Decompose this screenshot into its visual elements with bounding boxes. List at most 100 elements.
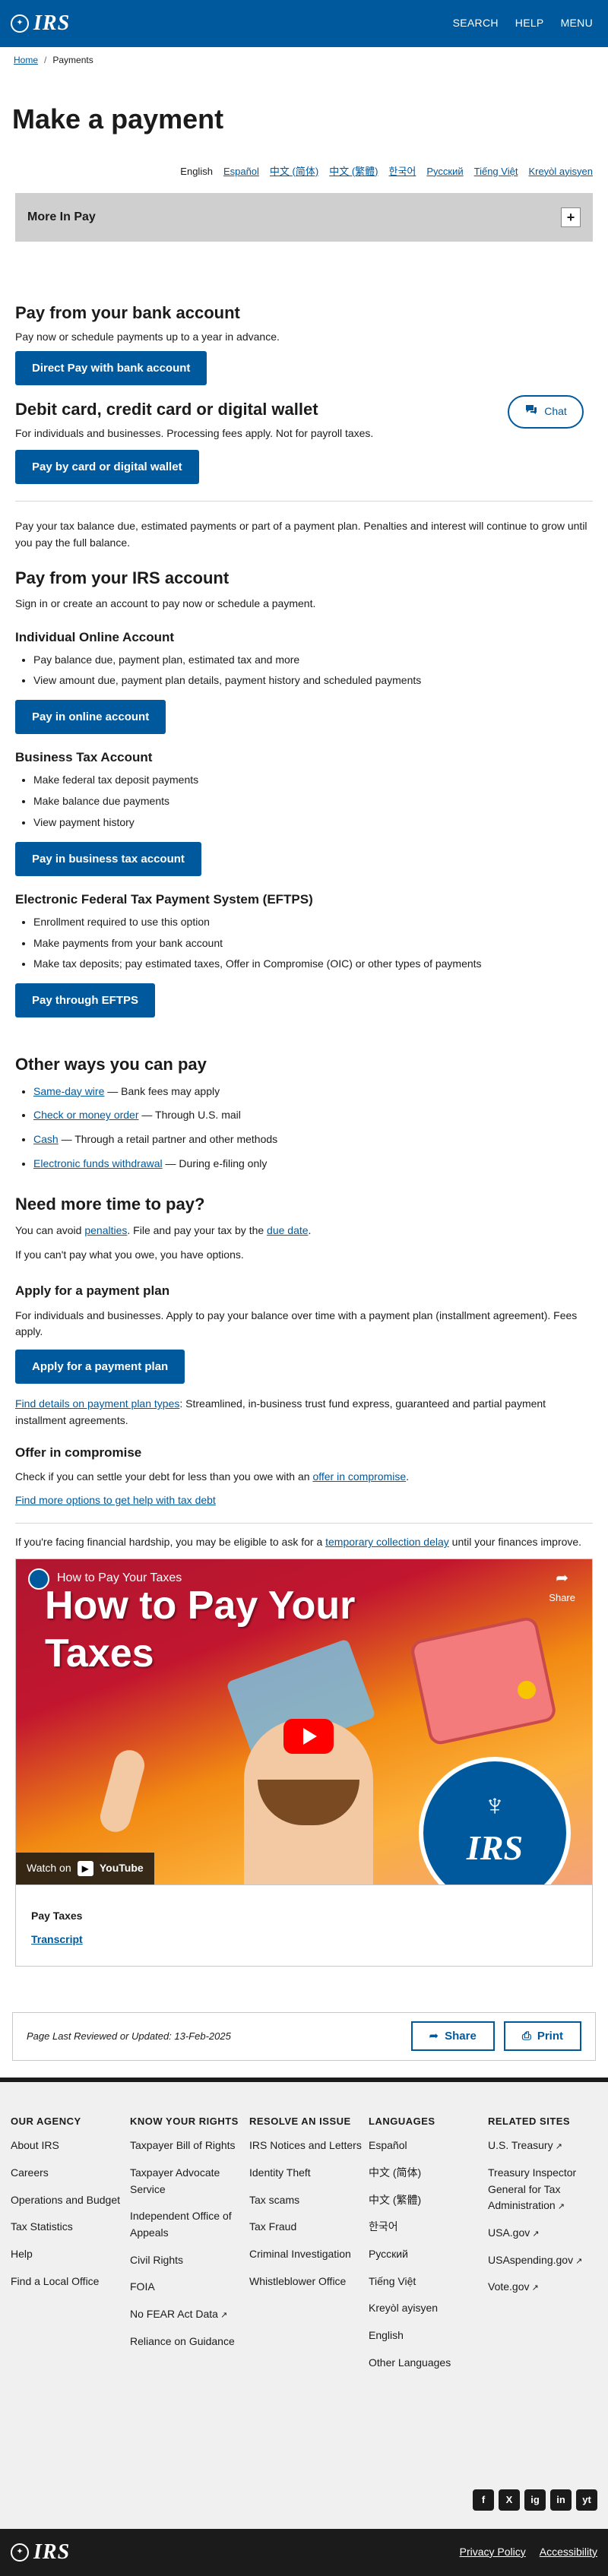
footer-link[interactable]: Taxpayer Advocate Service <box>130 2165 249 2198</box>
lang-link-chinese-traditional[interactable]: 中文 (繁體) <box>329 164 378 179</box>
footer-link[interactable]: Independent Office of Appeals <box>130 2208 249 2241</box>
list-item: Pay balance due, payment plan, estimated… <box>33 652 593 669</box>
transcript-link[interactable]: Transcript <box>31 1932 83 1948</box>
footer-link[interactable]: Tax Statistics <box>11 2219 130 2236</box>
footer-link[interactable]: Civil Rights <box>130 2252 249 2269</box>
x-twitter-icon[interactable]: X <box>499 2489 520 2511</box>
footer-col-languages: LANGUAGES Español 中文 (简体) 中文 (繁體) 한국어 Ру… <box>369 2114 488 2382</box>
more-time-text: You can avoid penalties. File and pay yo… <box>15 1223 593 1239</box>
divider <box>15 1523 593 1524</box>
pay-by-card-button[interactable]: Pay by card or digital wallet <box>15 449 199 484</box>
footer-link[interactable]: No FEAR Act Data <box>130 2306 249 2323</box>
penalties-link[interactable]: penalties <box>84 1224 127 1236</box>
watch-on-youtube-button[interactable]: Watch on ▶ YouTube <box>16 1853 154 1885</box>
footer-link[interactable]: FOIA <box>130 2279 249 2296</box>
list-item: Check or money order — Through U.S. mail <box>33 1107 593 1124</box>
main-content: Pay from your bank account Pay now or sc… <box>0 302 608 1551</box>
electronic-funds-withdrawal-link[interactable]: Electronic funds withdrawal <box>33 1157 163 1169</box>
footer-link[interactable]: Find a Local Office <box>11 2274 130 2290</box>
pointing-hand-graphic <box>97 1746 148 1836</box>
lang-link-russian[interactable]: Русский <box>426 164 463 179</box>
video-player[interactable]: How to Pay Your Taxes ➦ Share How to Pay… <box>16 1559 592 1885</box>
footer-link[interactable]: Careers <box>11 2165 130 2182</box>
footer-link[interactable]: Operations and Budget <box>11 2192 130 2209</box>
footer-link[interactable]: USA.gov <box>488 2225 608 2242</box>
site-header: ✦ IRS SEARCH HELP MENU <box>0 0 608 47</box>
breadcrumb: Home / Payments <box>0 47 608 74</box>
footer-link[interactable]: English <box>369 2328 488 2344</box>
footer-link[interactable]: Help <box>11 2246 130 2263</box>
footer-link[interactable]: Whistleblower Office <box>249 2274 369 2290</box>
tax-debt-help-link[interactable]: Find more options to get help with tax d… <box>15 1494 216 1506</box>
footer-link[interactable]: IRS Notices and Letters <box>249 2138 369 2154</box>
payment-plan-details: Find details on payment plan types: Stre… <box>15 1396 593 1429</box>
footer-link[interactable]: Taxpayer Bill of Rights <box>130 2138 249 2154</box>
facebook-icon[interactable]: f <box>473 2489 494 2511</box>
print-button[interactable]: ⎙ Print <box>503 2021 581 2052</box>
help-nav-button[interactable]: HELP <box>515 15 544 32</box>
privacy-policy-link[interactable]: Privacy Policy <box>460 2544 526 2561</box>
text-span: If you're facing financial hardship, you… <box>15 1536 326 1549</box>
instagram-icon[interactable]: ig <box>524 2489 546 2511</box>
footer-link[interactable]: Tax Fraud <box>249 2219 369 2236</box>
lang-link-spanish[interactable]: Español <box>223 164 259 179</box>
cash-link[interactable]: Cash <box>33 1133 59 1145</box>
footer-link[interactable]: Kreyòl ayisyen <box>369 2300 488 2317</box>
footer-link[interactable]: 한국어 <box>369 2219 488 2236</box>
direct-pay-button[interactable]: Direct Pay with bank account <box>15 351 207 386</box>
breadcrumb-home-link[interactable]: Home <box>14 55 38 65</box>
payment-plan-types-link[interactable]: Find details on payment plan types <box>15 1397 179 1410</box>
lang-link-chinese-simplified[interactable]: 中文 (简体) <box>270 164 318 179</box>
video-share-button[interactable]: ➦ Share <box>549 1567 575 1606</box>
footer-link[interactable]: 中文 (简体) <box>369 2165 488 2182</box>
more-in-pay-accordion[interactable]: More In Pay + <box>15 192 593 242</box>
footer-link[interactable]: Tiếng Việt <box>369 2274 488 2290</box>
lang-current: English <box>180 165 213 177</box>
list-item: Same-day wire — Bank fees may apply <box>33 1084 593 1100</box>
linkedin-icon[interactable]: in <box>550 2489 572 2511</box>
youtube-icon[interactable]: yt <box>576 2489 597 2511</box>
pay-online-account-button[interactable]: Pay in online account <box>15 700 166 735</box>
lang-link-korean[interactable]: 한국어 <box>388 164 416 179</box>
print-label: Print <box>537 2030 563 2043</box>
lang-link-vietnamese[interactable]: Tiếng Việt <box>474 164 518 179</box>
accessibility-link[interactable]: Accessibility <box>540 2544 597 2561</box>
irs-logo[interactable]: ✦ IRS <box>11 7 70 40</box>
footer-link[interactable]: 中文 (繁體) <box>369 2192 488 2209</box>
printer-icon: ⎙ <box>521 2030 531 2043</box>
play-button[interactable] <box>283 1718 334 1754</box>
search-nav-button[interactable]: SEARCH <box>453 15 499 32</box>
footer-col-heading: RESOLVE AN ISSUE <box>249 2115 351 2127</box>
footer-link[interactable]: Reliance on Guidance <box>130 2334 249 2350</box>
lang-link-haitian-creole[interactable]: Kreyòl ayisyen <box>528 164 593 179</box>
footer-link[interactable]: Criminal Investigation <box>249 2246 369 2263</box>
footer-columns: OUR AGENCY About IRS Careers Operations … <box>11 2114 597 2382</box>
due-date-link[interactable]: due date <box>267 1224 309 1236</box>
menu-nav-button[interactable]: MENU <box>561 15 593 32</box>
other-ways-list: Same-day wire — Bank fees may apply Chec… <box>15 1084 593 1172</box>
video-share-label: Share <box>549 1591 575 1603</box>
offer-in-compromise-link[interactable]: offer in compromise <box>312 1470 406 1483</box>
temporary-collection-delay-link[interactable]: temporary collection delay <box>325 1536 449 1548</box>
apply-payment-plan-button[interactable]: Apply for a payment plan <box>15 1349 185 1385</box>
chat-button[interactable]: Chat <box>508 395 584 429</box>
footer-link[interactable]: About IRS <box>11 2138 130 2154</box>
footer-link[interactable]: Identity Theft <box>249 2165 369 2182</box>
seal-text: IRS <box>466 1828 524 1868</box>
share-button[interactable]: ➦ Share <box>410 2021 495 2052</box>
footer-link[interactable]: Other Languages <box>369 2355 488 2372</box>
footer-link[interactable]: USAspending.gov <box>488 2252 608 2269</box>
same-day-wire-link[interactable]: Same-day wire <box>33 1085 104 1097</box>
pay-business-account-button[interactable]: Pay in business tax account <box>15 841 201 876</box>
footer-link[interactable]: Русский <box>369 2246 488 2263</box>
footer-link[interactable]: Español <box>369 2138 488 2154</box>
check-money-order-link[interactable]: Check or money order <box>33 1109 139 1121</box>
footer-irs-logo[interactable]: ✦ IRS <box>11 2536 70 2568</box>
footer-link[interactable]: Tax scams <box>249 2192 369 2209</box>
footer-link[interactable]: Vote.gov <box>488 2279 608 2296</box>
footer-link[interactable]: U.S. Treasury <box>488 2138 608 2154</box>
plus-icon[interactable]: + <box>561 207 581 227</box>
footer-link[interactable]: Treasury Inspector General for Tax Admin… <box>488 2165 608 2214</box>
pay-through-eftps-button[interactable]: Pay through EFTPS <box>15 983 156 1018</box>
footer-col-resolve-an-issue: RESOLVE AN ISSUE IRS Notices and Letters… <box>249 2114 369 2382</box>
